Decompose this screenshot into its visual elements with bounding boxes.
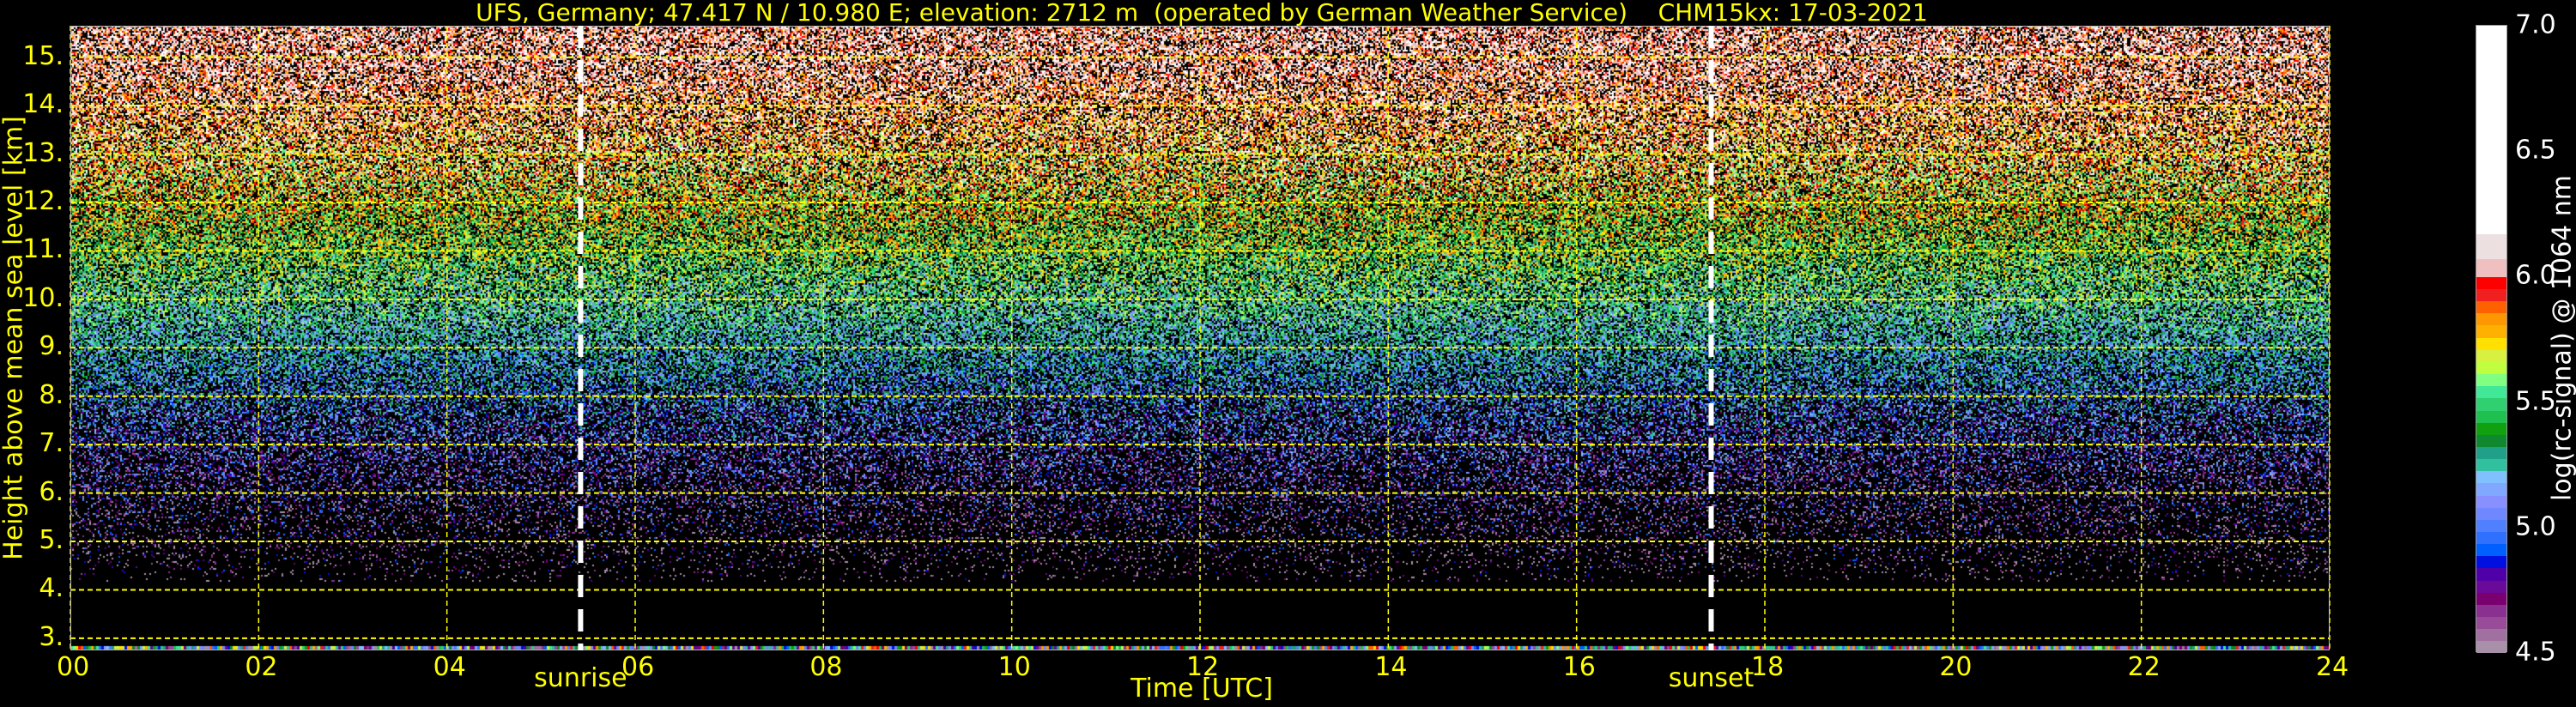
colorbar-bin	[2476, 555, 2506, 569]
x-axis-label: Time [UTC]	[1130, 674, 1273, 704]
grid-overlay	[70, 26, 2331, 650]
colorbar-bin	[2476, 592, 2506, 605]
colorbar-bin	[2476, 300, 2506, 314]
plot-area	[70, 26, 2331, 650]
x-tick-label: 02	[245, 652, 278, 682]
x-tick-label: 04	[433, 652, 466, 682]
colorbar	[2476, 25, 2507, 654]
colorbar-tick-label: 5.0	[2515, 511, 2556, 542]
colorbar-bin	[2476, 324, 2506, 338]
colorbar-bin	[2476, 288, 2506, 302]
colorbar-bin	[2476, 519, 2506, 532]
x-tick-label: 20	[1939, 652, 1973, 682]
x-tick-label: 10	[997, 652, 1031, 682]
colorbar-bin	[2476, 580, 2506, 593]
x-tick-label: 24	[2316, 652, 2349, 682]
colorbar-bin	[2476, 410, 2506, 423]
chart-title: UFS, Germany; 47.417 N / 10.980 E; eleva…	[476, 0, 1928, 27]
colorbar-bin	[2476, 397, 2506, 411]
colorbar-bin	[2476, 567, 2506, 581]
x-tick-label: 18	[1751, 652, 1785, 682]
colorbar-bin	[2476, 507, 2506, 520]
y-tick-label: 15.	[22, 40, 64, 71]
sunrise-label: sunrise	[534, 663, 627, 693]
colorbar-bin	[2476, 349, 2506, 362]
colorbar-bin	[2476, 337, 2506, 350]
colorbar-bin	[2476, 616, 2506, 630]
colorbar-bin	[2476, 258, 2506, 277]
colorbar-bin	[2476, 482, 2506, 496]
colorbar-bin	[2476, 495, 2506, 508]
colorbar-bin	[2476, 312, 2506, 326]
colorbar-bin	[2476, 361, 2506, 375]
colorbar-bin	[2476, 470, 2506, 484]
colorbar-bin	[2476, 373, 2506, 387]
colorbar-bin	[2476, 628, 2506, 642]
colorbar-bin	[2476, 422, 2506, 435]
colorbar-tick-label: 6.5	[2515, 135, 2556, 166]
y-tick-label: 3.	[39, 621, 64, 652]
colorbar-tick-label: 4.5	[2515, 637, 2556, 668]
y-axis-label: Height above mean sea level [km]	[0, 116, 29, 560]
colorbar-label: log(rc-signal) @ 1064 nm	[2547, 174, 2576, 502]
colorbar-bin	[2476, 543, 2506, 557]
colorbar-bin	[2476, 434, 2506, 447]
y-tick-label: 4.	[39, 573, 64, 604]
colorbar-bin	[2476, 26, 2506, 235]
x-tick-label: 08	[809, 652, 843, 682]
y-tick-label: 14.	[22, 89, 64, 120]
x-tick-label: 14	[1374, 652, 1408, 682]
x-tick-label: 00	[57, 652, 90, 682]
colorbar-bin	[2476, 446, 2506, 460]
colorbar-bin	[2476, 604, 2506, 618]
colorbar-bin	[2476, 640, 2506, 654]
sunset-label: sunset	[1668, 663, 1755, 693]
x-tick-label: 16	[1562, 652, 1596, 682]
colorbar-bin	[2476, 385, 2506, 399]
colorbar-tick-label: 7.0	[2515, 9, 2556, 40]
colorbar-bin	[2476, 458, 2506, 472]
colorbar-bin	[2476, 233, 2506, 260]
colorbar-bin	[2476, 531, 2506, 545]
x-tick-label: 22	[2127, 652, 2161, 682]
colorbar-bin	[2476, 276, 2506, 290]
